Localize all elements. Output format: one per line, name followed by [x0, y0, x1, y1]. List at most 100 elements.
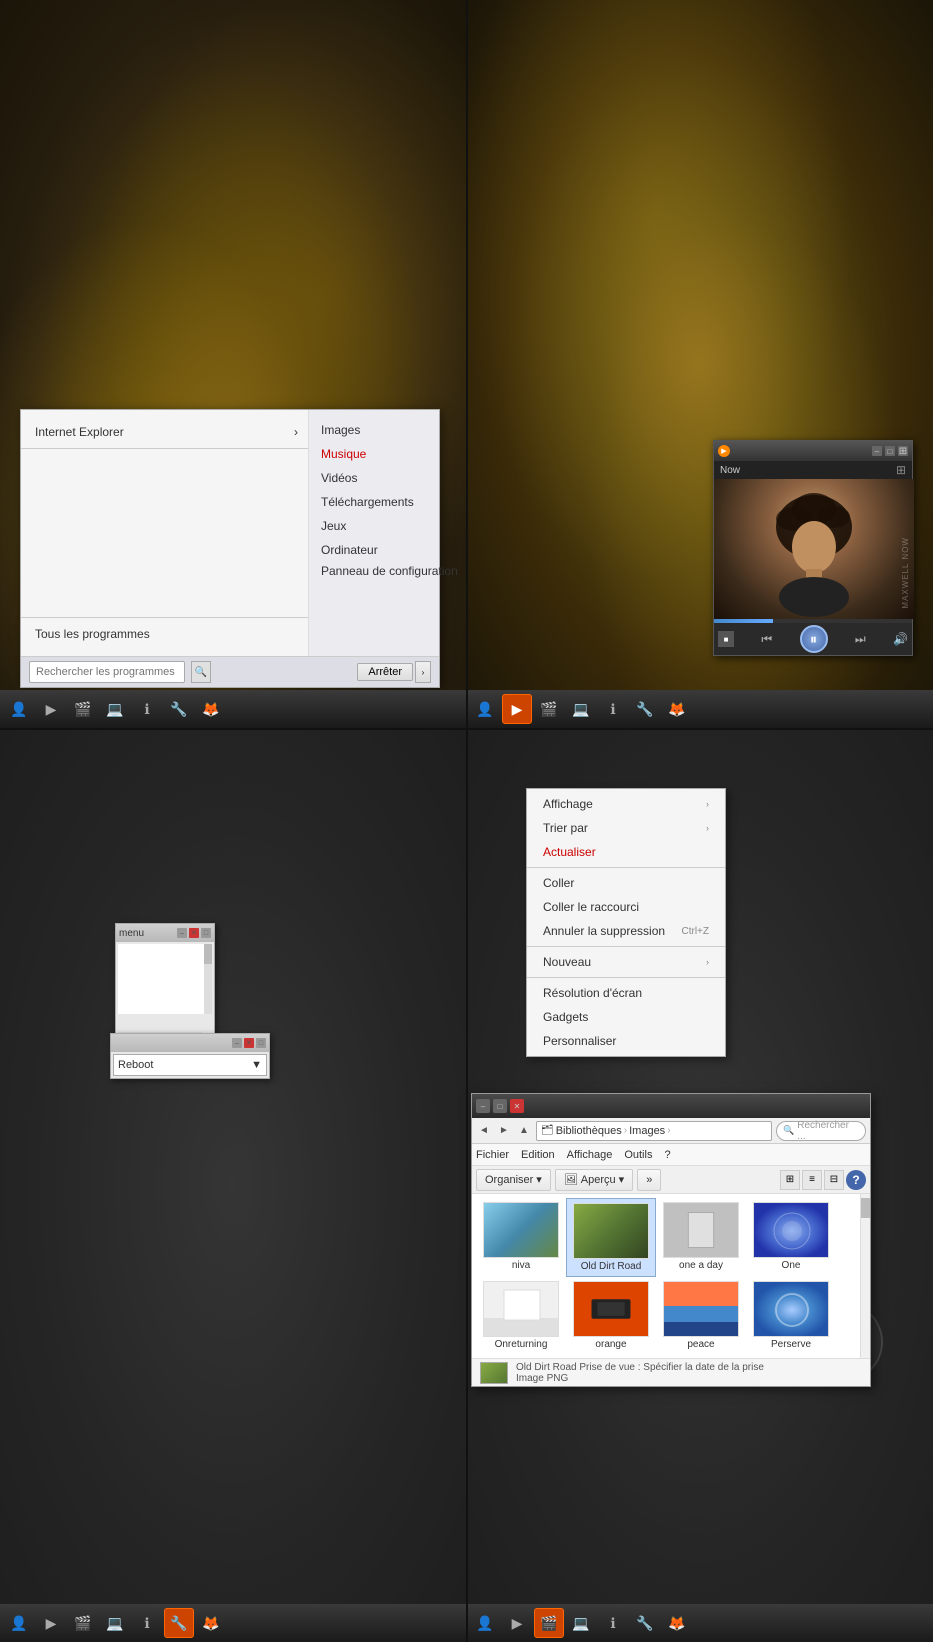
taskbar-icon-firefox-tr[interactable]: 🦊 — [662, 694, 692, 724]
taskbar-icon-computer-br[interactable]: 💻 — [566, 1608, 596, 1638]
taskbar-icon-tools-tl[interactable]: 🔧 — [164, 694, 194, 724]
fe-view-btn-1[interactable]: ⊞ — [780, 1170, 800, 1190]
widget-scrollbar[interactable] — [204, 944, 212, 1014]
fe-menu-help[interactable]: ? — [664, 1149, 670, 1161]
media-volume-button[interactable]: 🔊 — [893, 632, 908, 646]
fe-help-button[interactable]: ? — [846, 1170, 866, 1190]
taskbar-icon-play-tr[interactable]: ▶ — [502, 694, 532, 724]
taskbar-icon-firefox-tl[interactable]: 🦊 — [196, 694, 226, 724]
fe-view-btn-3[interactable]: ⊟ — [824, 1170, 844, 1190]
shutdown-area: Arrêter › — [357, 661, 431, 683]
menu-panneau[interactable]: Panneau de configuration — [309, 562, 439, 583]
taskbar-icon-user-tr[interactable]: 👤 — [470, 694, 500, 724]
fe-btn-apercu[interactable]: 🖼 Aperçu ▾ — [555, 1169, 633, 1191]
taskbar-icon-user-br[interactable]: 👤 — [470, 1608, 500, 1638]
fe-btn-extra[interactable]: » — [637, 1169, 661, 1191]
menu-jeux[interactable]: Jeux — [309, 514, 439, 538]
media-next-button[interactable]: ⏭ — [850, 629, 870, 649]
search-button[interactable]: 🔍 — [191, 661, 211, 683]
taskbar-icon-firefox-bl[interactable]: 🦊 — [196, 1608, 226, 1638]
taskbar-icon-computer-bl[interactable]: 💻 — [100, 1608, 130, 1638]
taskbar-icon-firefox-br[interactable]: 🦊 — [662, 1608, 692, 1638]
menu-telechargements[interactable]: Téléchargements — [309, 490, 439, 514]
fe-menu-affichage[interactable]: Affichage — [567, 1149, 613, 1161]
fe-view-btn-2[interactable]: ≡ — [802, 1170, 822, 1190]
menu-ordinateur[interactable]: Ordinateur — [309, 538, 439, 562]
ctx-personnaliser[interactable]: Personnaliser — [527, 1029, 725, 1053]
start-menu-ie[interactable]: Internet Explorer › — [21, 420, 308, 444]
taskbar-icon-user-bl[interactable]: 👤 — [4, 1608, 34, 1638]
taskbar-icon-info-bl[interactable]: ℹ — [132, 1608, 162, 1638]
shutdown-arrow-button[interactable]: › — [415, 661, 431, 683]
taskbar-icon-tools-br[interactable]: 🔧 — [630, 1608, 660, 1638]
fe-btn-organiser[interactable]: Organiser ▾ — [476, 1169, 551, 1191]
taskbar-icon-video-br[interactable]: 🎬 — [534, 1608, 564, 1638]
menu-musique[interactable]: Musique — [309, 442, 439, 466]
all-programs[interactable]: Tous les programmes — [21, 622, 308, 646]
fe-file-onreturning[interactable]: Onreturning — [476, 1277, 566, 1354]
fe-menu-edition[interactable]: Edition — [521, 1149, 555, 1161]
fe-maximize-button[interactable]: □ — [493, 1099, 507, 1113]
fe-thumb-niva — [483, 1202, 559, 1258]
fe-minimize-button[interactable]: – — [476, 1099, 490, 1113]
ctx-resolution[interactable]: Résolution d'écran — [527, 981, 725, 1005]
ctx-coller-raccourci[interactable]: Coller le raccourci — [527, 895, 725, 919]
media-playpause-button[interactable]: ⏸ — [800, 625, 828, 653]
dropdown-select[interactable]: Reboot ▼ — [113, 1054, 267, 1076]
fe-menu-fichier[interactable]: Fichier — [476, 1149, 509, 1161]
ctx-annuler[interactable]: Annuler la suppression Ctrl+Z — [527, 919, 725, 943]
menu-videos[interactable]: Vidéos — [309, 466, 439, 490]
ctx-trier[interactable]: Trier par › — [527, 816, 725, 840]
widget-close-button[interactable]: ✕ — [189, 928, 199, 938]
taskbar-icon-play-br[interactable]: ▶ — [502, 1608, 532, 1638]
media-grid-button[interactable]: ⊞ — [898, 446, 908, 456]
media-prev-button[interactable]: ⏮ — [757, 629, 777, 649]
fe-breadcrumb[interactable]: 🗂 Bibliothèques › Images › — [536, 1121, 772, 1141]
fe-search-box[interactable]: 🔍 Rechercher ... — [776, 1121, 866, 1141]
shutdown-button[interactable]: Arrêter — [357, 663, 413, 681]
widget-content — [118, 944, 212, 1014]
fe-up-button[interactable]: ▲ — [516, 1123, 532, 1139]
ctx-affichage[interactable]: Affichage › — [527, 792, 725, 816]
search-input[interactable] — [29, 661, 185, 683]
taskbar-icon-info-br[interactable]: ℹ — [598, 1608, 628, 1638]
widget-minimize-button[interactable]: – — [177, 928, 187, 938]
media-maximize-button[interactable]: □ — [885, 446, 895, 456]
taskbar-icon-user-tl[interactable]: 👤 — [4, 694, 34, 724]
fe-file-niva[interactable]: niva — [476, 1198, 566, 1277]
media-stop-button[interactable]: ■ — [718, 631, 734, 647]
fe-file-one[interactable]: One — [746, 1198, 836, 1277]
fe-vscrollbar[interactable] — [860, 1194, 870, 1358]
taskbar-icon-info-tr[interactable]: ℹ — [598, 694, 628, 724]
fe-close-button[interactable]: ✕ — [510, 1099, 524, 1113]
ctx-nouveau[interactable]: Nouveau › — [527, 950, 725, 974]
dropdown-minimize-button[interactable]: – — [232, 1038, 242, 1048]
menu-images[interactable]: Images — [309, 418, 439, 442]
taskbar-icon-computer-tl[interactable]: 💻 — [100, 694, 130, 724]
fe-menu-outils[interactable]: Outils — [624, 1149, 652, 1161]
ctx-gadgets[interactable]: Gadgets — [527, 1005, 725, 1029]
fe-file-orange[interactable]: orange — [566, 1277, 656, 1354]
taskbar-icon-play-bl[interactable]: ▶ — [36, 1608, 66, 1638]
ctx-coller[interactable]: Coller — [527, 871, 725, 895]
taskbar-icon-info-tl[interactable]: ℹ — [132, 694, 162, 724]
taskbar-icon-tools-tr[interactable]: 🔧 — [630, 694, 660, 724]
taskbar-icon-video-tl[interactable]: 🎬 — [68, 694, 98, 724]
taskbar-icon-video-bl[interactable]: 🎬 — [68, 1608, 98, 1638]
fe-file-perserve[interactable]: Perserve — [746, 1277, 836, 1354]
fe-file-peace[interactable]: peace — [656, 1277, 746, 1354]
taskbar-icon-tools-bl[interactable]: 🔧 — [164, 1608, 194, 1638]
fe-file-oldroad[interactable]: Old Dirt Road — [566, 1198, 656, 1277]
media-minimize-button[interactable]: – — [872, 446, 882, 456]
ctx-actualiser[interactable]: Actualiser — [527, 840, 725, 864]
dropdown-extra-button[interactable]: □ — [256, 1038, 266, 1048]
taskbar-icon-video-tr[interactable]: 🎬 — [534, 694, 564, 724]
fe-btn-apercu-label: Aperçu — [581, 1174, 616, 1186]
dropdown-close-button[interactable]: ✕ — [244, 1038, 254, 1048]
fe-forward-button[interactable]: ► — [496, 1123, 512, 1139]
taskbar-icon-computer-tr[interactable]: 💻 — [566, 694, 596, 724]
widget-extra-button[interactable]: □ — [201, 928, 211, 938]
fe-back-button[interactable]: ◄ — [476, 1123, 492, 1139]
taskbar-icon-play-tl[interactable]: ▶ — [36, 694, 66, 724]
fe-file-oneaday[interactable]: one a day — [656, 1198, 746, 1277]
